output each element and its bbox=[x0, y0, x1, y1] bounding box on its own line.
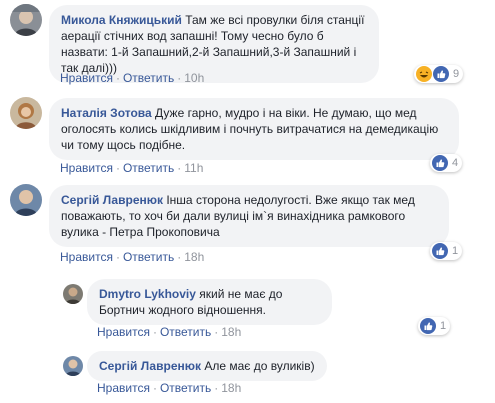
reply-bubble: Dmytro Lykhoviy який не має до Бортнич ж… bbox=[87, 279, 332, 325]
like-icon bbox=[433, 66, 449, 82]
reaction-count: 1 bbox=[440, 320, 447, 332]
comment-text: Але має до вуликів) bbox=[204, 359, 315, 373]
avatar[interactable] bbox=[63, 356, 83, 376]
comment-actions: Нравится · Ответить · 18h bbox=[97, 325, 242, 339]
avatar[interactable] bbox=[63, 284, 83, 304]
reaction-count: 9 bbox=[453, 68, 460, 80]
reply-button[interactable]: Ответить bbox=[123, 250, 174, 264]
timestamp[interactable]: 18h bbox=[221, 325, 241, 339]
reply-button[interactable]: Ответить bbox=[123, 161, 174, 175]
avatar[interactable] bbox=[10, 4, 42, 36]
reaction-count: 4 bbox=[452, 157, 459, 169]
reply-button[interactable]: Ответить bbox=[160, 381, 211, 395]
avatar[interactable] bbox=[10, 184, 42, 216]
timestamp[interactable]: 18h bbox=[184, 250, 204, 264]
comment-actions: Нравится · Ответить · 10h bbox=[60, 71, 205, 85]
reactions-summary[interactable]: 1 bbox=[430, 242, 463, 260]
comment-author-link[interactable]: Сергій Лавренюк bbox=[99, 359, 201, 373]
reply-button[interactable]: Ответить bbox=[160, 325, 211, 339]
reactions-summary[interactable]: 9 bbox=[414, 65, 464, 83]
reactions-summary[interactable]: 4 bbox=[430, 154, 463, 172]
timestamp[interactable]: 18h bbox=[221, 381, 241, 395]
like-icon bbox=[432, 155, 448, 171]
reply-button[interactable]: Ответить bbox=[123, 71, 174, 85]
comment-bubble: Наталія Зотова Дуже гарно, мудро і на ві… bbox=[49, 98, 459, 160]
reply-bubble: Сергій Лавренюк Але має до вуликів) bbox=[87, 351, 327, 381]
comment-author-link[interactable]: Микола Княжицький bbox=[61, 13, 182, 27]
comment-author-link[interactable]: Сергій Лавренюк bbox=[61, 193, 163, 207]
timestamp[interactable]: 11h bbox=[184, 161, 203, 175]
comment-author-link[interactable]: Dmytro Lykhoviy bbox=[99, 287, 196, 301]
comment-actions: Нравится · Ответить · 18h bbox=[97, 381, 242, 395]
comment-actions: Нравится · Ответить · 18h bbox=[60, 250, 205, 264]
like-button[interactable]: Нравится bbox=[60, 71, 113, 85]
like-icon bbox=[420, 318, 436, 334]
like-button[interactable]: Нравится bbox=[60, 161, 113, 175]
reaction-count: 1 bbox=[452, 245, 459, 257]
like-button[interactable]: Нравится bbox=[97, 325, 150, 339]
comment-bubble: Сергій Лавренюк Інша сторона недолугості… bbox=[49, 185, 449, 247]
reactions-summary[interactable]: 1 bbox=[418, 317, 451, 335]
avatar[interactable] bbox=[10, 97, 42, 129]
haha-icon bbox=[416, 66, 432, 82]
like-icon bbox=[432, 243, 448, 259]
comment-author-link[interactable]: Наталія Зотова bbox=[61, 106, 152, 120]
like-button[interactable]: Нравится bbox=[97, 381, 150, 395]
like-button[interactable]: Нравится bbox=[60, 250, 113, 264]
timestamp[interactable]: 10h bbox=[184, 71, 204, 85]
comment-actions: Нравится · Ответить · 11h bbox=[60, 161, 204, 175]
